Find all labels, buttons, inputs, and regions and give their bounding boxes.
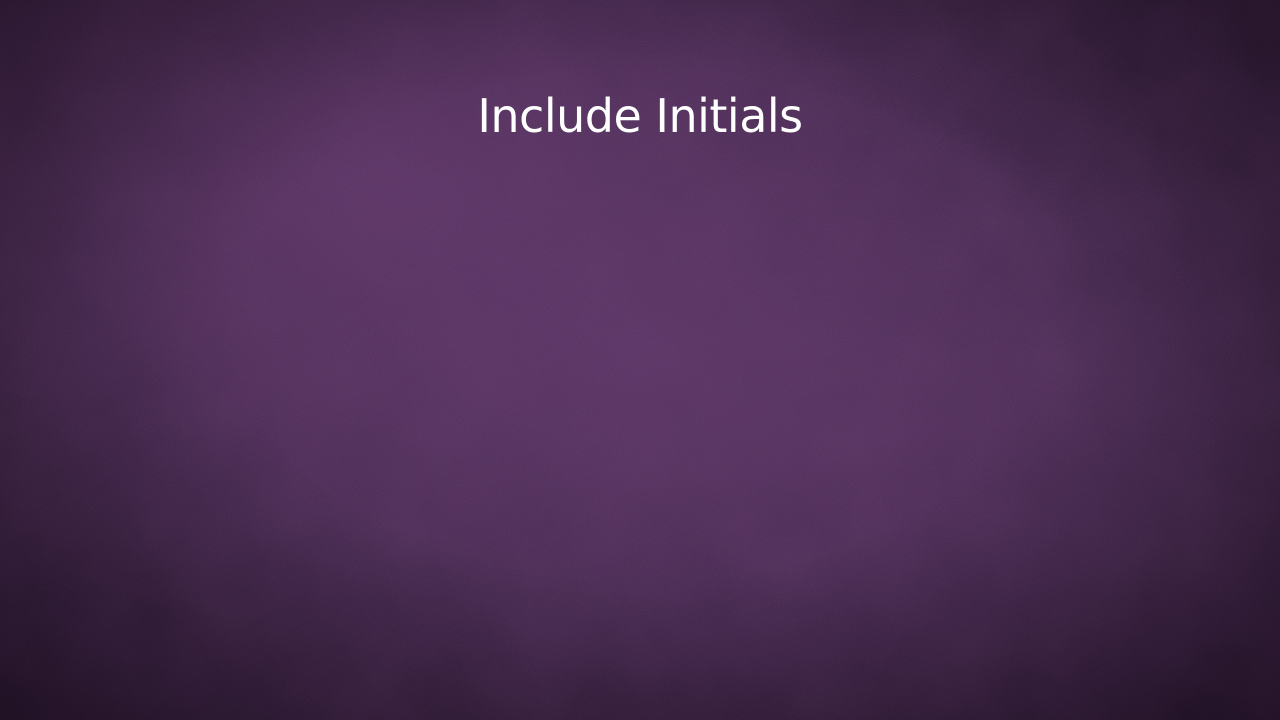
slide: Include Initials [0, 0, 1280, 720]
slide-title: Include Initials [477, 89, 803, 143]
